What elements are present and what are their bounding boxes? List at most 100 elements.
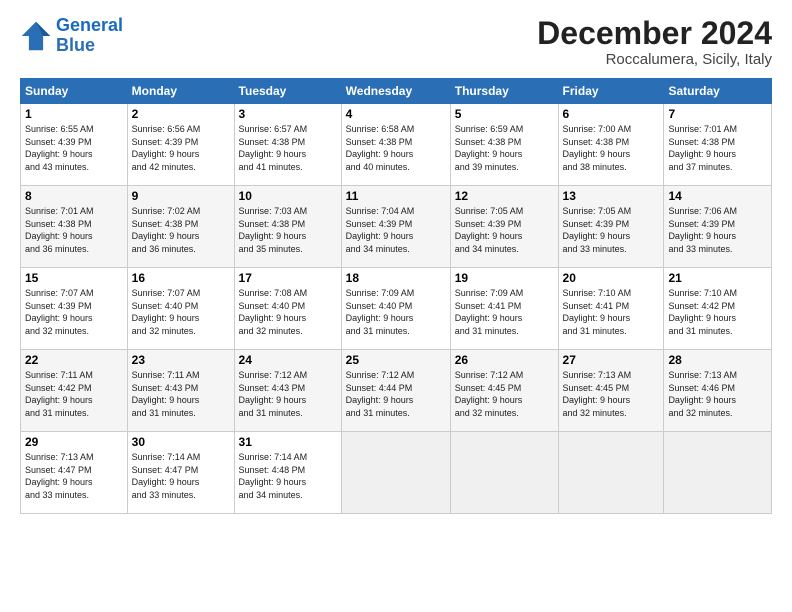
calendar-cell	[664, 432, 772, 514]
cell-info: Sunrise: 7:14 AMSunset: 4:48 PMDaylight:…	[239, 451, 337, 501]
day-number: 23	[132, 353, 230, 367]
day-number: 29	[25, 435, 123, 449]
daylight-minutes: and 38 minutes.	[563, 161, 660, 174]
daylight: Daylight: 9 hours	[455, 148, 554, 161]
day-number: 14	[668, 189, 767, 203]
calendar-cell: 17Sunrise: 7:08 AMSunset: 4:40 PMDayligh…	[234, 268, 341, 350]
daylight: Daylight: 9 hours	[239, 148, 337, 161]
sunset: Sunset: 4:39 PM	[132, 136, 230, 149]
day-header-wednesday: Wednesday	[341, 79, 450, 104]
calendar-cell: 22Sunrise: 7:11 AMSunset: 4:42 PMDayligh…	[21, 350, 128, 432]
sunset: Sunset: 4:40 PM	[132, 300, 230, 313]
sunset: Sunset: 4:45 PM	[455, 382, 554, 395]
daylight-minutes: and 36 minutes.	[132, 243, 230, 256]
cell-info: Sunrise: 7:04 AMSunset: 4:39 PMDaylight:…	[346, 205, 446, 255]
sunset: Sunset: 4:38 PM	[563, 136, 660, 149]
sunset: Sunset: 4:48 PM	[239, 464, 337, 477]
daylight-minutes: and 31 minutes.	[346, 325, 446, 338]
calendar-cell: 23 Sunrise: 7:11 AMSunset: 4:43 PMDayligh…	[127, 350, 234, 432]
day-number: 26	[455, 353, 554, 367]
sunset: Sunset: 4:45 PM	[563, 382, 660, 395]
sunrise: Sunrise: 7:08 AM	[239, 287, 337, 300]
calendar-cell: 16Sunrise: 7:07 AMSunset: 4:40 PMDayligh…	[127, 268, 234, 350]
cell-info: Sunrise: 7:09 AMSunset: 4:41 PMDaylight:…	[455, 287, 554, 337]
calendar-cell: 30Sunrise: 7:14 AMSunset: 4:47 PMDayligh…	[127, 432, 234, 514]
daylight-minutes: and 31 minutes.	[132, 407, 230, 420]
daylight: Daylight: 9 hours	[455, 230, 554, 243]
daylight: Daylight: 9 hours	[455, 394, 554, 407]
sunset: Sunset: 4:38 PM	[668, 136, 767, 149]
calendar-cell: 27Sunrise: 7:13 AMSunset: 4:45 PMDayligh…	[558, 350, 664, 432]
daylight-minutes: and 41 minutes.	[239, 161, 337, 174]
sunrise: Sunrise: 7:09 AM	[346, 287, 446, 300]
daylight-minutes: and 33 minutes.	[563, 243, 660, 256]
calendar-cell: 25Sunrise: 7:12 AMSunset: 4:44 PMDayligh…	[341, 350, 450, 432]
cell-info: Sunrise: 7:09 AMSunset: 4:40 PMDaylight:…	[346, 287, 446, 337]
sunset: Sunset: 4:39 PM	[455, 218, 554, 231]
calendar-cell: 21Sunrise: 7:10 AMSunset: 4:42 PMDayligh…	[664, 268, 772, 350]
daylight: Daylight: 9 hours	[346, 148, 446, 161]
calendar-cell: 31Sunrise: 7:14 AMSunset: 4:48 PMDayligh…	[234, 432, 341, 514]
calendar-week-5: 29 Sunrise: 7:13 AM Sunset: 4:47 PM Dayligh…	[21, 432, 772, 514]
sunrise: Sunrise: 7:09 AM	[455, 287, 554, 300]
sunset: Sunset: 4:40 PM	[346, 300, 446, 313]
day-number: 12	[455, 189, 554, 203]
cell-info: Sunrise: 7:12 AMSunset: 4:45 PMDaylight:…	[455, 369, 554, 419]
calendar-cell: 7Sunrise: 7:01 AMSunset: 4:38 PMDaylight…	[664, 104, 772, 186]
calendar-cell	[558, 432, 664, 514]
sunset: Sunset: 4:47 PM	[132, 464, 230, 477]
cell-info: Sunrise: 7:11 AMSunset: 4:43 PMDaylight:…	[132, 369, 230, 419]
sunrise: Sunrise: 7:10 AM	[668, 287, 767, 300]
sunset: Sunset: 4:38 PM	[455, 136, 554, 149]
sunset: Sunset: 4:44 PM	[346, 382, 446, 395]
day-number: 27	[563, 353, 660, 367]
calendar-cell: 8Sunrise: 7:01 AMSunset: 4:38 PMDaylight…	[21, 186, 128, 268]
daylight: Daylight: 9 hours	[132, 148, 230, 161]
sunset: Sunset: 4:41 PM	[563, 300, 660, 313]
daylight-minutes: and 32 minutes.	[563, 407, 660, 420]
logo-line1: General	[56, 15, 123, 35]
daylight: Daylight: 9 hours	[132, 394, 230, 407]
page: General Blue December 2024 Roccalumera, …	[0, 0, 792, 612]
sunrise: Sunrise: 7:13 AM	[668, 369, 767, 382]
day-number: 7	[668, 107, 767, 121]
day-number: 10	[239, 189, 337, 203]
calendar-week-1: 1Sunrise: 6:55 AMSunset: 4:39 PMDaylight…	[21, 104, 772, 186]
sunset: Sunset: 4:40 PM	[239, 300, 337, 313]
daylight-minutes: and 31 minutes.	[563, 325, 660, 338]
cell-info: Sunrise: 7:07 AMSunset: 4:39 PMDaylight:…	[25, 287, 123, 337]
sunset: Sunset: 4:39 PM	[668, 218, 767, 231]
calendar-cell: 1Sunrise: 6:55 AMSunset: 4:39 PMDaylight…	[21, 104, 128, 186]
day-header-friday: Friday	[558, 79, 664, 104]
cell-info: Sunrise: 7:01 AMSunset: 4:38 PMDaylight:…	[25, 205, 123, 255]
cell-info: Sunrise: 6:58 AMSunset: 4:38 PMDaylight:…	[346, 123, 446, 173]
cell-info: Sunrise: 7:00 AMSunset: 4:38 PMDaylight:…	[563, 123, 660, 173]
calendar-cell: 19Sunrise: 7:09 AMSunset: 4:41 PMDayligh…	[450, 268, 558, 350]
daylight-minutes: and 31 minutes.	[239, 407, 337, 420]
logo-icon	[20, 20, 52, 52]
sunrise: Sunrise: 7:13 AM	[25, 451, 123, 464]
daylight: Daylight: 9 hours	[25, 312, 123, 325]
daylight-minutes: and 39 minutes.	[455, 161, 554, 174]
cell-info: Sunrise: 7:10 AMSunset: 4:41 PMDaylight:…	[563, 287, 660, 337]
daylight: Daylight: 9 hours	[668, 148, 767, 161]
day-header-thursday: Thursday	[450, 79, 558, 104]
daylight: Daylight: 9 hours	[346, 394, 446, 407]
cell-info: Sunrise: 7:08 AMSunset: 4:40 PMDaylight:…	[239, 287, 337, 337]
sunset: Sunset: 4:42 PM	[25, 382, 123, 395]
sunset: Sunset: 4:38 PM	[25, 218, 123, 231]
day-number: 15	[25, 271, 123, 285]
calendar-cell: 6 Sunrise: 7:00 AMSunset: 4:38 PMDaylight…	[558, 104, 664, 186]
day-number: 24	[239, 353, 337, 367]
daylight: Daylight: 9 hours	[25, 476, 123, 489]
daylight: Daylight: 9 hours	[346, 312, 446, 325]
sunrise: Sunrise: 7:12 AM	[239, 369, 337, 382]
calendar-cell: 4Sunrise: 6:58 AMSunset: 4:38 PMDaylight…	[341, 104, 450, 186]
calendar-cell	[450, 432, 558, 514]
sunset: Sunset: 4:39 PM	[346, 218, 446, 231]
sunrise: Sunrise: 7:04 AM	[346, 205, 446, 218]
daylight: Daylight: 9 hours	[239, 476, 337, 489]
sunrise: Sunrise: 7:14 AM	[239, 451, 337, 464]
day-number: 6	[563, 107, 660, 121]
calendar-cell: 10Sunrise: 7:03 AMSunset: 4:38 PMDayligh…	[234, 186, 341, 268]
